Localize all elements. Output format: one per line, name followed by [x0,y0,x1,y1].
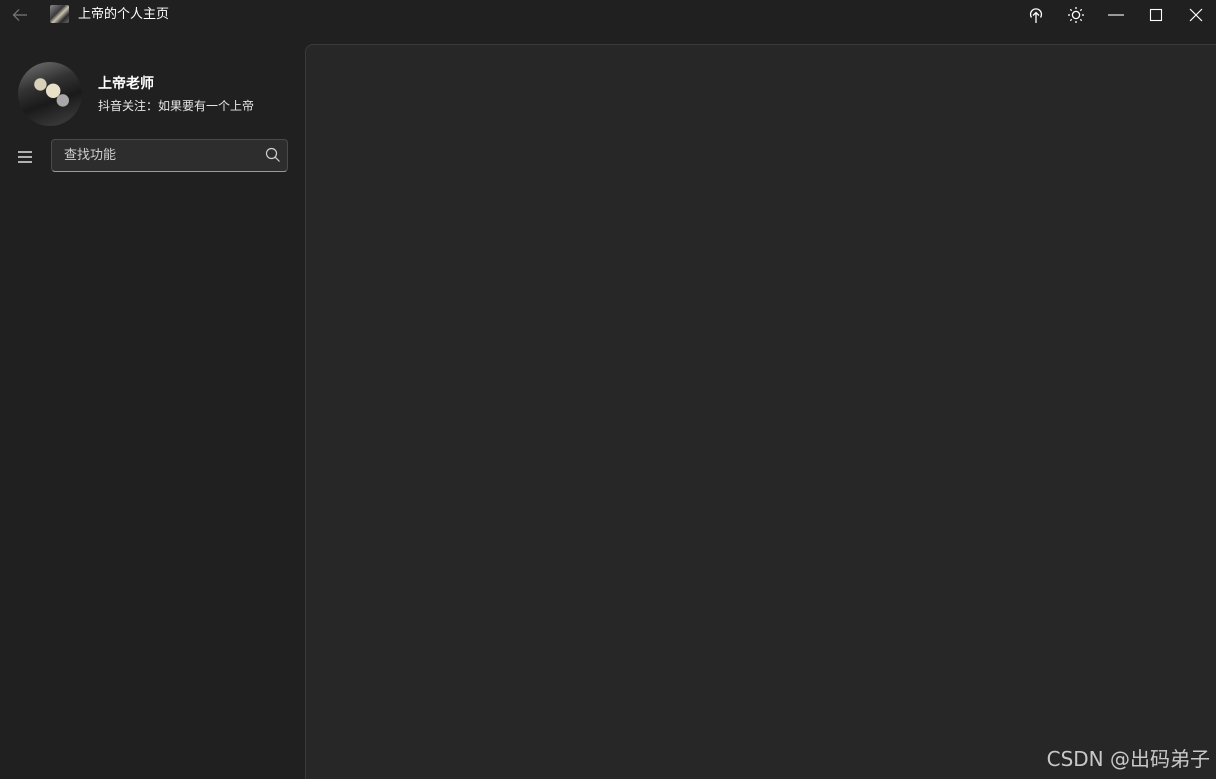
maximize-button[interactable] [1140,2,1172,28]
upload-button[interactable] [1020,2,1052,28]
user-subtitle: 抖音关注：如果要有一个上帝 [98,99,255,113]
arrow-left-icon [12,9,27,21]
window-title: 上帝的个人主页 [78,7,170,22]
title-bar: 上帝的个人主页 [0,0,1216,30]
sidebar: 上帝老师 抖音关注：如果要有一个上帝 [0,30,305,779]
minimize-button[interactable] [1100,2,1132,28]
upload-icon [1029,8,1043,23]
app-icon [50,5,69,23]
search-input[interactable] [52,140,262,171]
close-icon [1189,8,1203,22]
menu-toggle-button[interactable] [12,144,38,170]
app-window: 上帝的个人主页 上帝老师 抖音关注：如果要有一个上帝 查找功能 CSDN @出码… [0,0,1216,779]
hamburger-icon [18,151,32,163]
sun-icon [1068,7,1084,23]
avatar[interactable] [18,62,82,126]
theme-toggle-button[interactable] [1060,2,1092,28]
watermark: CSDN @出码弟子 [1046,747,1210,771]
search-box [51,139,288,172]
user-name: 上帝老师 [98,76,154,92]
maximize-icon [1149,8,1163,22]
minimize-icon [1108,14,1124,16]
back-button[interactable] [8,4,32,26]
search-icon[interactable] [265,147,281,163]
close-button[interactable] [1180,2,1212,28]
content-pane [305,44,1216,779]
